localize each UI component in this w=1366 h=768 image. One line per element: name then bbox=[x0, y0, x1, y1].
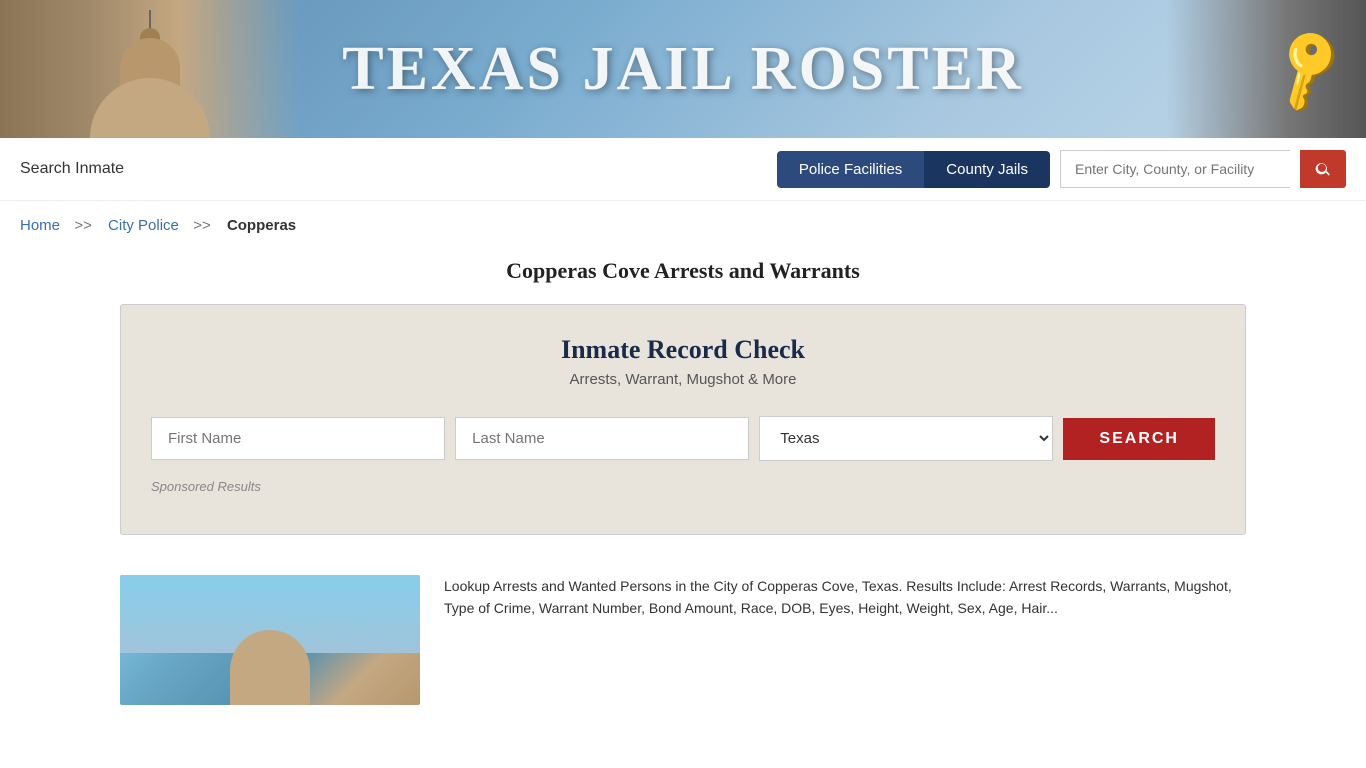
facility-search-input[interactable] bbox=[1060, 150, 1290, 188]
record-check-box: Inmate Record Check Arrests, Warrant, Mu… bbox=[120, 304, 1246, 535]
nav-buttons: Police Facilities County Jails bbox=[777, 151, 1050, 188]
police-facilities-button[interactable]: Police Facilities bbox=[777, 151, 924, 188]
bottom-image-dome bbox=[230, 630, 310, 705]
dome-flag bbox=[149, 10, 151, 30]
inmate-search-button[interactable]: SEARCH bbox=[1063, 418, 1215, 460]
page-title: Copperas Cove Arrests and Warrants bbox=[0, 244, 1366, 304]
breadcrumb: Home >> City Police >> Copperas bbox=[0, 201, 1366, 244]
capitol-dome bbox=[90, 28, 210, 138]
record-check-title: Inmate Record Check bbox=[151, 335, 1215, 365]
breadcrumb-sep-2: >> bbox=[189, 217, 211, 234]
last-name-input[interactable] bbox=[455, 417, 749, 460]
bottom-description: Lookup Arrests and Wanted Persons in the… bbox=[444, 575, 1246, 620]
site-title: Texas Jail Roster bbox=[342, 34, 1024, 105]
capitol-image bbox=[0, 0, 300, 138]
facility-search-button[interactable] bbox=[1300, 150, 1346, 188]
breadcrumb-sep-1: >> bbox=[70, 217, 92, 234]
record-check-subtitle: Arrests, Warrant, Mugshot & More bbox=[151, 371, 1215, 388]
breadcrumb-city-police[interactable]: City Police bbox=[108, 217, 179, 234]
search-icon bbox=[1314, 160, 1332, 178]
nav-bar: Search Inmate Police Facilities County J… bbox=[0, 138, 1366, 201]
first-name-input[interactable] bbox=[151, 417, 445, 460]
header-banner: Texas Jail Roster 🔑 bbox=[0, 0, 1366, 138]
breadcrumb-home[interactable]: Home bbox=[20, 217, 60, 234]
bottom-section: Lookup Arrests and Wanted Persons in the… bbox=[0, 555, 1366, 725]
sponsored-label: Sponsored Results bbox=[151, 479, 1215, 494]
key-icon: 🔑 bbox=[1259, 20, 1359, 119]
dome-base bbox=[90, 78, 210, 138]
search-inmate-label: Search Inmate bbox=[20, 160, 767, 178]
jail-key-image: 🔑 bbox=[1166, 0, 1366, 138]
county-jails-button[interactable]: County Jails bbox=[924, 151, 1050, 188]
bottom-image bbox=[120, 575, 420, 705]
inmate-search-form: AlabamaAlaskaArizonaArkansasCaliforniaCo… bbox=[151, 416, 1215, 461]
state-select[interactable]: AlabamaAlaskaArizonaArkansasCaliforniaCo… bbox=[759, 416, 1053, 461]
breadcrumb-current: Copperas bbox=[227, 217, 296, 234]
